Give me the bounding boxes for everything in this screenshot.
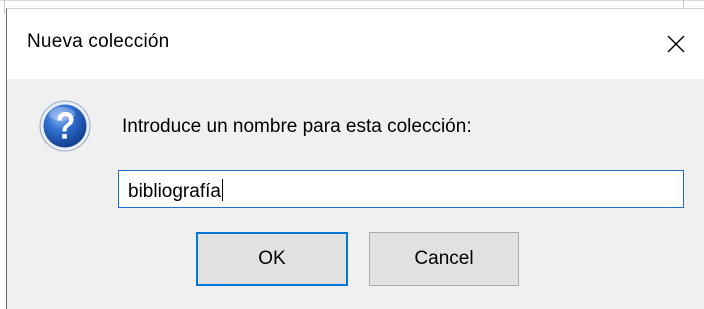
question-icon xyxy=(39,100,91,152)
screen: Nueva colección Introduce un nombre para… xyxy=(0,0,704,309)
input-value-text: bibliografía xyxy=(128,181,221,202)
background-window-edge-left xyxy=(4,0,5,14)
prompt-dialog: Nueva colección Introduce un nombre para… xyxy=(6,8,704,309)
collection-name-input[interactable]: bibliografía xyxy=(118,170,684,208)
dialog-title: Nueva colección xyxy=(27,31,170,52)
background-window-edge xyxy=(0,0,704,1)
text-caret xyxy=(221,179,223,201)
close-icon xyxy=(667,35,685,53)
prompt-label: Introduce un nombre para esta colección: xyxy=(122,116,472,137)
close-button[interactable] xyxy=(657,25,695,63)
cancel-button[interactable]: Cancel xyxy=(369,232,519,286)
ok-button[interactable]: OK xyxy=(196,232,348,286)
input-value[interactable]: bibliografía xyxy=(128,179,223,203)
title-bar: Nueva colección xyxy=(7,9,704,79)
